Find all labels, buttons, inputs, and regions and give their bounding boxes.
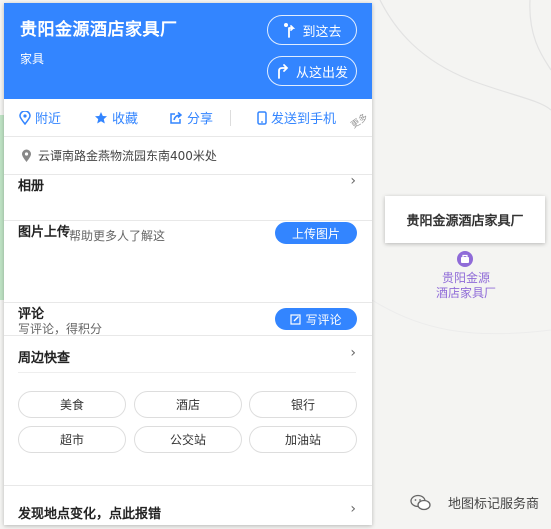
address-pin-icon xyxy=(22,149,31,162)
route-to-icon xyxy=(284,23,296,38)
star-icon xyxy=(95,111,107,123)
map-poi-callout[interactable]: 贵阳金源酒店家具厂 xyxy=(385,196,545,243)
start-from-here-button[interactable]: 从这出发 xyxy=(267,56,357,86)
nearby-chip-bus-stop[interactable]: 公交站 xyxy=(134,426,242,453)
write-review-button[interactable]: 写评论 xyxy=(275,308,357,330)
review-hint: 写评论，得积分 xyxy=(18,322,103,336)
nearby-search-section: 周边快查 › 美食 酒店 银行 超市 公交站 加油站 xyxy=(4,336,372,486)
watermark: 地图标记服务商 xyxy=(410,493,539,512)
phone-icon xyxy=(257,110,267,125)
location-pin-icon xyxy=(19,110,31,125)
poi-category: 家具 xyxy=(20,52,45,66)
nearby-chip-bank[interactable]: 银行 xyxy=(249,391,357,418)
start-from-here-label: 从这出发 xyxy=(295,65,348,81)
send-to-phone-action[interactable]: 发送到手机 xyxy=(257,99,336,137)
nearby-chip-gas-station[interactable]: 加油站 xyxy=(249,426,357,453)
upload-photo-button[interactable]: 上传图片 xyxy=(275,222,357,244)
share-icon xyxy=(170,111,183,124)
nearby-chip-food[interactable]: 美食 xyxy=(18,391,126,418)
nearby-action[interactable]: 附近 xyxy=(19,99,61,137)
album-section[interactable]: 相册 › xyxy=(4,173,372,221)
chevron-right-icon: › xyxy=(350,501,356,517)
chevron-right-icon[interactable]: › xyxy=(350,345,356,361)
divider xyxy=(18,372,356,373)
review-section: 评论 写评论，得积分 写评论 xyxy=(4,303,372,336)
photo-upload-section: 图片上传 帮助更多人了解这 上传图片 xyxy=(4,221,372,303)
album-title: 相册 xyxy=(18,179,45,194)
chevron-right-icon: › xyxy=(350,173,356,189)
poi-marker-label[interactable]: 贵阳金源 酒店家具厂 xyxy=(424,271,508,301)
address-text: 云谭南路金燕物流园东南400米处 xyxy=(38,149,217,163)
share-label: 分享 xyxy=(187,112,214,127)
action-bar: 附近 收藏 分享 发送到手机 xyxy=(4,99,372,137)
favorite-action[interactable]: 收藏 xyxy=(94,99,138,137)
action-divider xyxy=(230,110,231,126)
watermark-text: 地图标记服务商 xyxy=(448,497,540,512)
edit-icon xyxy=(290,313,302,325)
upload-hint: 帮助更多人了解这 xyxy=(69,229,166,243)
send-to-phone-label: 发送到手机 xyxy=(271,112,337,127)
nearby-title: 周边快查 xyxy=(18,351,71,366)
report-error-row[interactable]: 发现地点变化，点此报错 › xyxy=(4,486,372,525)
favorite-label: 收藏 xyxy=(112,112,139,127)
poi-marker-label-line2: 酒店家具厂 xyxy=(435,286,496,300)
poi-title: 贵阳金源酒店家具厂 xyxy=(20,20,178,40)
share-action[interactable]: 分享 xyxy=(169,99,213,137)
report-error-label: 发现地点变化，点此报错 xyxy=(18,507,162,522)
nearby-chip-supermarket[interactable]: 超市 xyxy=(18,426,126,453)
upload-title: 图片上传 xyxy=(18,225,71,240)
write-review-label: 写评论 xyxy=(305,312,342,327)
poi-header: 贵阳金源酒店家具厂 家具 到这去 从这出发 xyxy=(4,3,372,99)
nearby-label: 附近 xyxy=(35,112,62,127)
route-from-icon xyxy=(278,64,289,79)
go-here-label: 到这去 xyxy=(302,24,342,40)
poi-detail-panel: 贵阳金源酒店家具厂 家具 到这去 从这出发 附近 收藏 分享 发送到手机 云谭南… xyxy=(4,3,372,525)
poi-marker-label-line1: 贵阳金源 xyxy=(441,271,490,285)
go-here-button[interactable]: 到这去 xyxy=(267,15,357,45)
address-row: 云谭南路金燕物流园东南400米处 xyxy=(4,137,372,175)
wechat-icon xyxy=(410,494,431,510)
poi-marker-icon[interactable] xyxy=(456,250,474,270)
nearby-chip-hotel[interactable]: 酒店 xyxy=(134,391,242,418)
